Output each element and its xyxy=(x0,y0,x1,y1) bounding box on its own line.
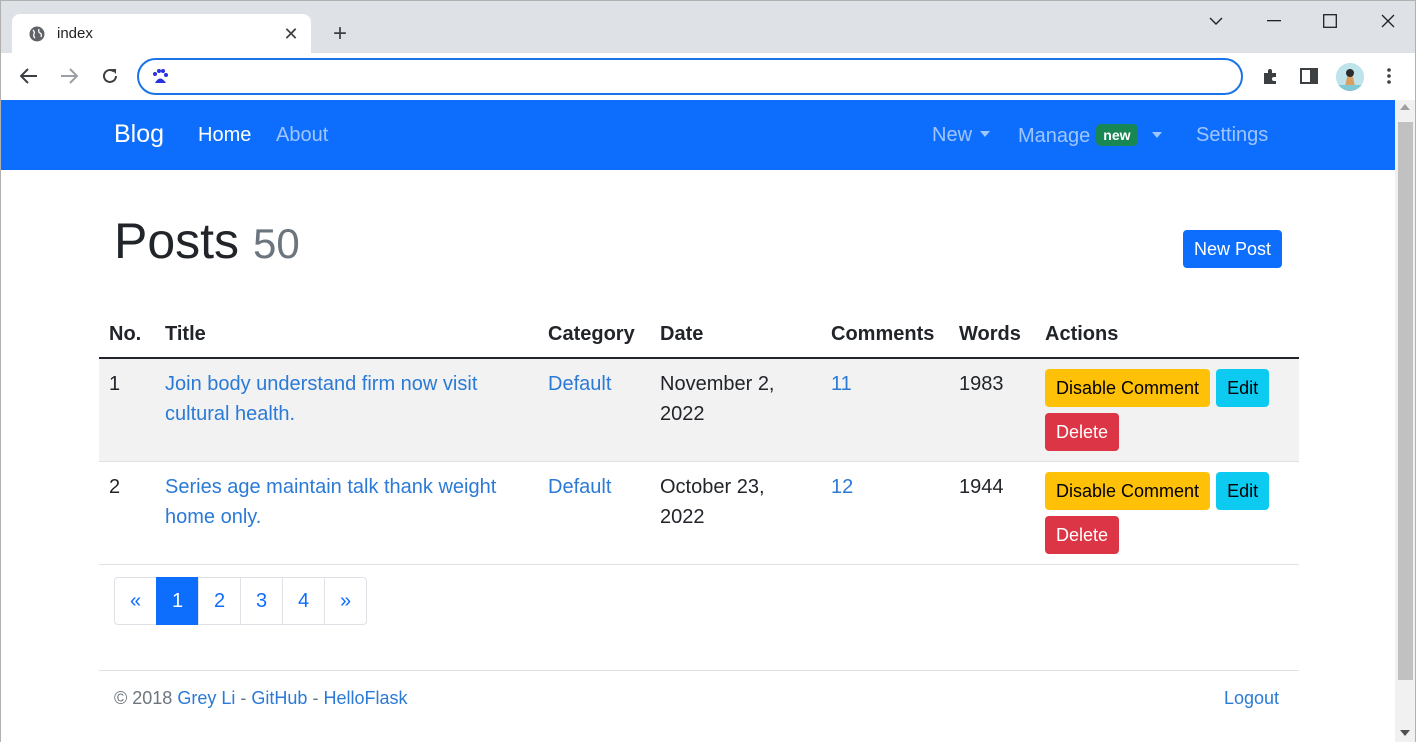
row-no: 2 xyxy=(99,461,155,565)
page-title: Posts 50 xyxy=(114,212,300,270)
browser-toolbar xyxy=(0,53,1416,100)
footer-credits: © 2018 Grey Li - GitHub - HelloFlask xyxy=(114,688,407,709)
caret-down-icon xyxy=(980,131,991,137)
row-date: November 2, 2022 xyxy=(650,358,821,462)
page-title-text: Posts xyxy=(114,213,240,269)
footer-author-link[interactable]: Grey Li xyxy=(177,688,235,708)
forward-arrow-icon[interactable] xyxy=(56,63,82,89)
back-arrow-icon[interactable] xyxy=(16,63,42,89)
table-row: 1 Join body understand firm now visit cu… xyxy=(99,358,1299,462)
reload-icon[interactable] xyxy=(97,63,123,89)
caret-down-icon xyxy=(1151,132,1162,138)
row-actions: Disable Comment Edit Delete xyxy=(1045,472,1285,554)
comments-link[interactable]: 12 xyxy=(831,476,853,498)
tab-close-icon[interactable]: ✕ xyxy=(281,24,301,44)
footer-separator: - xyxy=(312,688,319,708)
baidu-paw-icon xyxy=(151,68,169,86)
row-date: October 23, 2022 xyxy=(650,461,821,565)
minimize-icon[interactable] xyxy=(1262,9,1286,33)
pagination-page-4[interactable]: 4 xyxy=(282,577,325,625)
extensions-puzzle-icon[interactable] xyxy=(1258,64,1282,88)
comments-link[interactable]: 11 xyxy=(831,373,852,395)
footer-copyright: © 2018 xyxy=(114,688,173,708)
row-words: 1983 xyxy=(949,358,1035,462)
nav-new-dropdown[interactable]: New xyxy=(932,124,991,147)
new-post-button[interactable]: New Post xyxy=(1183,230,1283,268)
row-no: 1 xyxy=(99,358,155,462)
scroll-down-arrow-icon[interactable] xyxy=(1400,730,1410,736)
table-row: 2 Series age maintain talk thank weight … xyxy=(99,461,1299,565)
browser-tab[interactable]: index ✕ xyxy=(12,14,311,54)
address-bar[interactable] xyxy=(137,58,1243,95)
pagination-page-3[interactable]: 3 xyxy=(240,577,283,625)
page-scrollbar[interactable] xyxy=(1395,100,1416,742)
post-title-link[interactable]: Join body understand firm now visit cult… xyxy=(165,373,477,425)
maximize-icon[interactable] xyxy=(1318,9,1342,33)
logout-link[interactable]: Logout xyxy=(1224,688,1279,709)
profile-avatar[interactable] xyxy=(1336,63,1364,91)
new-tab-icon[interactable]: + xyxy=(327,20,353,47)
scroll-up-arrow-icon[interactable] xyxy=(1400,104,1410,110)
pagination-next[interactable]: » xyxy=(324,577,367,625)
disable-comment-button[interactable]: Disable Comment xyxy=(1045,369,1211,407)
edit-button[interactable]: Edit xyxy=(1216,472,1270,510)
header-title: Title xyxy=(155,312,538,359)
post-count: 50 xyxy=(252,220,300,267)
address-input[interactable] xyxy=(177,66,1217,88)
header-category: Category xyxy=(538,312,650,359)
header-date: Date xyxy=(650,312,821,359)
header-comments: Comments xyxy=(821,312,949,359)
delete-button[interactable]: Delete xyxy=(1045,516,1120,554)
browser-tab-strip: index ✕ + xyxy=(0,0,1416,54)
row-words: 1944 xyxy=(949,461,1035,565)
footer-separator: - xyxy=(240,688,247,708)
nav-home[interactable]: Home xyxy=(198,124,251,147)
pagination-prev[interactable]: « xyxy=(114,577,157,625)
nav-about[interactable]: About xyxy=(276,124,328,147)
footer-helloflask-link[interactable]: HelloFlask xyxy=(323,688,407,708)
footer-github-link[interactable]: GitHub xyxy=(251,688,307,708)
close-window-icon[interactable] xyxy=(1376,9,1400,33)
category-link[interactable]: Default xyxy=(548,373,611,395)
header-words: Words xyxy=(949,312,1035,359)
header-no: No. xyxy=(99,312,155,359)
table-header-row: No. Title Category Date Comments Words A… xyxy=(99,312,1299,359)
footer-divider xyxy=(99,670,1299,671)
disable-comment-button[interactable]: Disable Comment xyxy=(1045,472,1211,510)
globe-icon xyxy=(29,26,45,42)
nav-new-label: New xyxy=(932,124,973,146)
navbar: Blog Home About New Manage new Settings xyxy=(1,100,1395,170)
navbar-brand[interactable]: Blog xyxy=(114,120,164,149)
posts-table: No. Title Category Date Comments Words A… xyxy=(99,312,1299,565)
nav-settings[interactable]: Settings xyxy=(1196,124,1268,147)
pagination-page-1[interactable]: 1 xyxy=(156,577,199,625)
side-panel-icon[interactable] xyxy=(1297,64,1321,88)
tab-search-chevron-icon[interactable] xyxy=(1204,9,1228,33)
pagination-page-2[interactable]: 2 xyxy=(198,577,241,625)
header-actions: Actions xyxy=(1035,312,1299,359)
delete-button[interactable]: Delete xyxy=(1045,413,1120,451)
nav-manage-label: Manage xyxy=(1018,125,1091,147)
row-actions: Disable Comment Edit Delete xyxy=(1045,369,1285,451)
manage-new-badge: new xyxy=(1096,124,1138,146)
post-title-link[interactable]: Series age maintain talk thank weight ho… xyxy=(165,476,496,528)
tab-title: index xyxy=(57,25,93,42)
scrollbar-thumb[interactable] xyxy=(1398,122,1413,680)
page-viewport: Blog Home About New Manage new Settings P… xyxy=(0,100,1395,742)
category-link[interactable]: Default xyxy=(548,476,611,498)
nav-manage-dropdown[interactable]: Manage new xyxy=(1018,124,1162,148)
edit-button[interactable]: Edit xyxy=(1216,369,1270,407)
pagination: « 1 2 3 4 » xyxy=(114,577,367,625)
more-menu-icon[interactable] xyxy=(1377,64,1401,88)
